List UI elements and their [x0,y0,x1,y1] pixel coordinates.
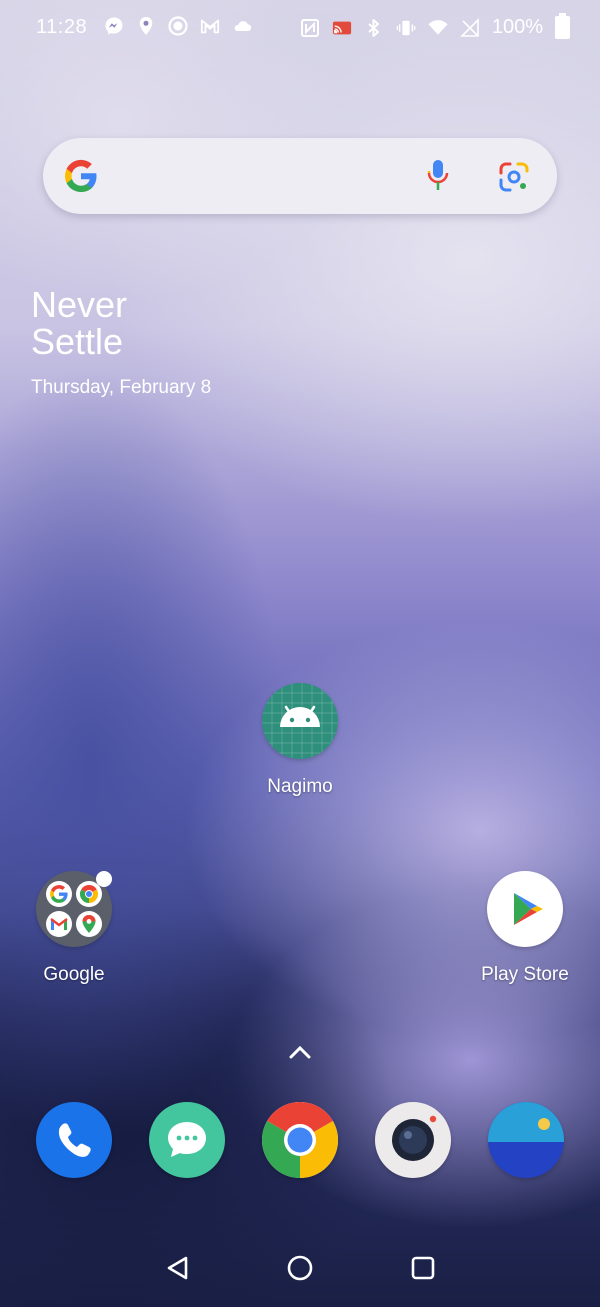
chrome-mini-icon [76,881,102,907]
gmail-icon [200,16,220,36]
app-label: Google [43,964,105,985]
widget-line-settle: Settle [31,321,124,362]
google-mini-icon [46,881,72,907]
status-right-icons: 100% [300,13,570,39]
maps-mini-icon [76,911,102,937]
app-play-store[interactable]: Play Store [465,871,585,986]
chevron-up-icon[interactable] [287,1043,313,1061]
messenger-icon [104,16,124,36]
microphone-icon[interactable] [427,158,449,194]
battery-icon [555,13,570,39]
back-icon[interactable] [158,1248,198,1288]
cast-icon [332,18,352,38]
folder-icon [36,871,112,947]
weather-icon[interactable] [488,1102,564,1178]
status-time: 11:28 [36,16,88,38]
messages-icon[interactable] [149,1102,225,1178]
status-bar: 11:28 100% [0,0,600,56]
no-sim-icon [459,17,480,38]
navigation-bar [0,1228,600,1307]
google-search-bar[interactable] [43,138,557,214]
date-widget[interactable]: Never Settle Thursday, February 8 [31,286,211,399]
location-icon [136,16,156,36]
cloud-icon [232,16,252,36]
nfc-icon [300,18,320,38]
gmail-mini-icon [46,911,72,937]
google-lens-icon[interactable] [498,161,530,193]
chrome-icon[interactable] [262,1102,338,1178]
widget-line-never: Never [31,284,128,325]
status-left-icons [104,16,252,36]
circle-icon [168,16,188,36]
wifi-icon [428,18,448,38]
bluetooth-icon [364,18,384,38]
app-folder-google[interactable]: Google [14,871,134,986]
home-icon[interactable] [280,1248,320,1288]
android-icon [262,683,338,759]
app-label: Nagimo [267,776,333,797]
app-nagimo[interactable]: Nagimo [240,683,360,798]
battery-text: 100% [491,16,543,38]
widget-date: Thursday, February 8 [31,377,212,398]
app-label: Play Store [481,964,569,985]
google-g-icon [63,158,99,194]
phone-icon[interactable] [36,1102,112,1178]
recents-icon[interactable] [403,1248,443,1288]
camera-icon[interactable] [375,1102,451,1178]
vibrate-icon [396,18,416,38]
play-store-icon [487,871,563,947]
